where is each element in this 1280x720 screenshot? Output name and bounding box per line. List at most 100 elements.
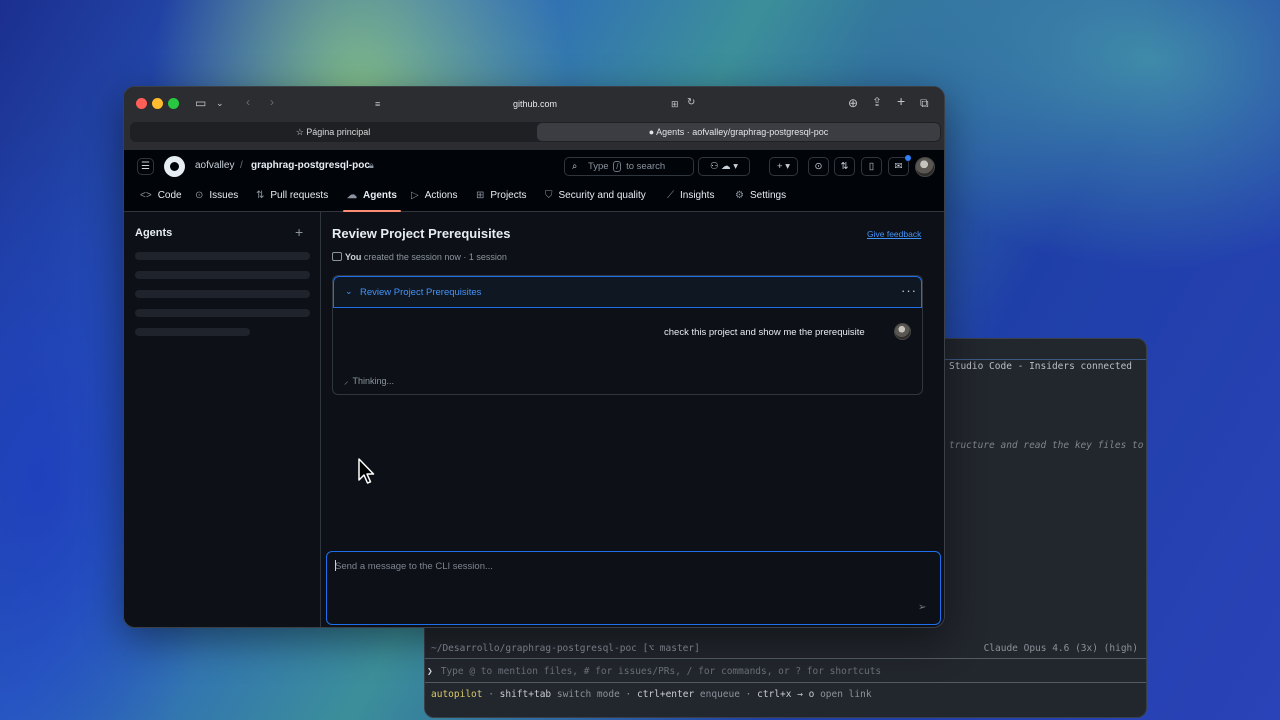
minimize-window-button[interactable] (152, 98, 163, 109)
tab-pull-requests[interactable]: ⇅ Pull requests (256, 188, 328, 212)
tab-label: Code (157, 190, 182, 201)
give-feedback-link[interactable]: Give feedback (867, 229, 921, 239)
tab-actions[interactable]: ▷ Actions (411, 188, 458, 212)
tab-bar: ☆ Página principal ● Agents · aofvalley/… (130, 122, 941, 142)
tab-label: Página principal (306, 127, 371, 137)
tab-agents[interactable]: ● Agents · aofvalley/graphrag-postgresql… (537, 123, 940, 141)
tab-label: Agents (363, 190, 397, 201)
terminal-icon (332, 252, 342, 261)
tab-settings[interactable]: ⚙ Settings (735, 188, 786, 212)
prompt-hint: Type @ to mention files, # for issues/PR… (440, 666, 882, 677)
breadcrumb-separator: / (240, 160, 243, 171)
terminal-prompt[interactable]: ❯ Type @ to mention files, # for issues/P… (427, 666, 881, 677)
back-icon[interactable]: ‹ (246, 95, 250, 109)
url-bar[interactable]: github.com (370, 95, 700, 113)
tab-overview-icon[interactable]: ⧉ (920, 96, 929, 110)
tab-label: Insights (680, 190, 715, 201)
message-composer[interactable]: ➢ (326, 551, 941, 625)
more-options-icon[interactable]: ··· (901, 283, 917, 298)
copilot-menu-icon: ☁ ▾ (721, 161, 739, 172)
prompt-symbol: ❯ (427, 666, 433, 677)
session-title[interactable]: Review Project Prerequisites (360, 287, 481, 298)
shortcut-text: switch mode (556, 689, 620, 700)
avatar (894, 323, 911, 340)
browser-window: ▭ ⌄ ‹ › ≡ github.com ⊞ ↻ ⊕ ⇪ + ⧉ ☆ Págin… (123, 86, 945, 628)
loading-placeholder (135, 252, 310, 260)
tab-projects[interactable]: ⊞ Projects (476, 188, 527, 212)
search-input[interactable]: ⌕ Type / to search (564, 157, 694, 176)
page-title: Review Project Prerequisites (332, 226, 511, 241)
reload-icon[interactable]: ↻ (687, 96, 695, 110)
terminal-divider (425, 682, 1146, 683)
meta-text: created the session now · 1 session (363, 252, 507, 262)
meta-user: You (345, 252, 362, 262)
terminal-divider (425, 658, 1146, 659)
play-icon: ▷ (411, 190, 419, 201)
tab-security[interactable]: ⛉ Security and quality (545, 188, 646, 212)
tab-issues[interactable]: ⊙ Issues (195, 188, 238, 212)
session-card: ⌄ Review Project Prerequisites ··· check… (332, 275, 923, 395)
tab-code[interactable]: <> Code (140, 188, 182, 212)
menu-icon[interactable]: ☰ (137, 158, 154, 175)
star-icon: ☆ (295, 127, 307, 137)
chevron-down-icon[interactable]: ⌄ (345, 286, 353, 297)
shield-icon: ⛉ (545, 190, 553, 201)
shortcut-key: ctrl+x → o (757, 689, 815, 700)
loading-placeholder (135, 328, 250, 336)
github-logo-icon[interactable] (164, 156, 185, 177)
download-icon[interactable]: ⊕ (848, 96, 858, 110)
tab-label: Settings (749, 190, 787, 201)
sidebar-toggle-icon[interactable]: ▭ (195, 96, 206, 110)
terminal-model: Claude Opus 4.6 (3x) (high) (983, 643, 1138, 654)
terminal-cwd: ~/Desarrollo/graphrag-postgresql-poc [⌥ … (431, 643, 700, 654)
chevron-down-icon[interactable]: ⌄ (216, 96, 224, 110)
search-suffix: to search (626, 161, 666, 172)
tab-agents[interactable]: ☁ Agents (343, 188, 401, 212)
send-icon[interactable]: ➢ (918, 602, 926, 613)
gear-icon: ⚙ (735, 190, 744, 201)
github-header: ☰ aofvalley / graphrag-postgresql-poc 🔒︎… (124, 150, 944, 212)
copilot-icon: ⚇ (709, 161, 719, 172)
tab-insights[interactable]: ⟋ Insights (667, 188, 714, 212)
repositories-icon[interactable]: ▯ (861, 157, 882, 176)
copilot-button[interactable]: ⚇ ☁ ▾ (698, 157, 750, 176)
tab-label: Issues (209, 190, 239, 201)
create-new-button[interactable]: + ▾ (769, 157, 798, 176)
repo-nav: <> Code ⊙ Issues ⇅ Pull requests ☁ Agents ▷ A… (124, 188, 944, 212)
tab-label: Agents · aofvalley/graphrag-postgresql-p… (656, 127, 829, 137)
issues-icon[interactable]: ⊙ (808, 157, 829, 176)
text-caret (335, 560, 336, 571)
repo-owner-link[interactable]: aofvalley (195, 160, 234, 171)
shortcut-key: shift+tab (499, 689, 552, 700)
avatar[interactable] (915, 157, 935, 177)
share-icon[interactable]: ⇪ (872, 95, 882, 109)
loading-placeholder (135, 309, 310, 317)
forward-icon[interactable]: › (270, 95, 274, 109)
pull-requests-icon[interactable]: ⇅ (834, 157, 855, 176)
close-window-button[interactable] (136, 98, 147, 109)
tab-label: Security and quality (558, 190, 646, 201)
tab-label: Actions (424, 190, 458, 201)
thinking-status: ⸝ Thinking... (344, 374, 394, 387)
terminal-output-line: tructure and read the key files to (949, 440, 1144, 451)
agents-sidebar: Agents + (124, 212, 321, 627)
user-message: check this project and show me the prere… (664, 327, 865, 338)
tab-home[interactable]: ☆ Página principal (130, 122, 536, 142)
status-text: Thinking... (352, 376, 395, 386)
code-icon: <> (140, 190, 152, 201)
zoom-window-button[interactable] (168, 98, 179, 109)
lock-icon: 🔒︎ (369, 160, 374, 170)
session-panel: Review Project Prerequisites Give feedba… (322, 212, 944, 627)
session-card-header[interactable]: ⌄ Review Project Prerequisites ··· (333, 276, 922, 308)
new-tab-icon[interactable]: + (897, 94, 905, 108)
message-input[interactable] (335, 558, 895, 574)
add-agent-button[interactable]: + (295, 224, 303, 240)
mouse-pointer-icon (358, 458, 375, 484)
tab-label: Pull requests (270, 190, 329, 201)
search-shortcut-key: / (613, 161, 622, 172)
repo-name-link[interactable]: graphrag-postgresql-poc (251, 160, 370, 171)
session-meta: You created the session now · 1 session (332, 252, 507, 262)
shortcut-key: ctrl+enter (636, 689, 695, 700)
search-icon: ⌕ (572, 161, 578, 172)
translate-icon[interactable]: ⊞ (671, 97, 679, 111)
